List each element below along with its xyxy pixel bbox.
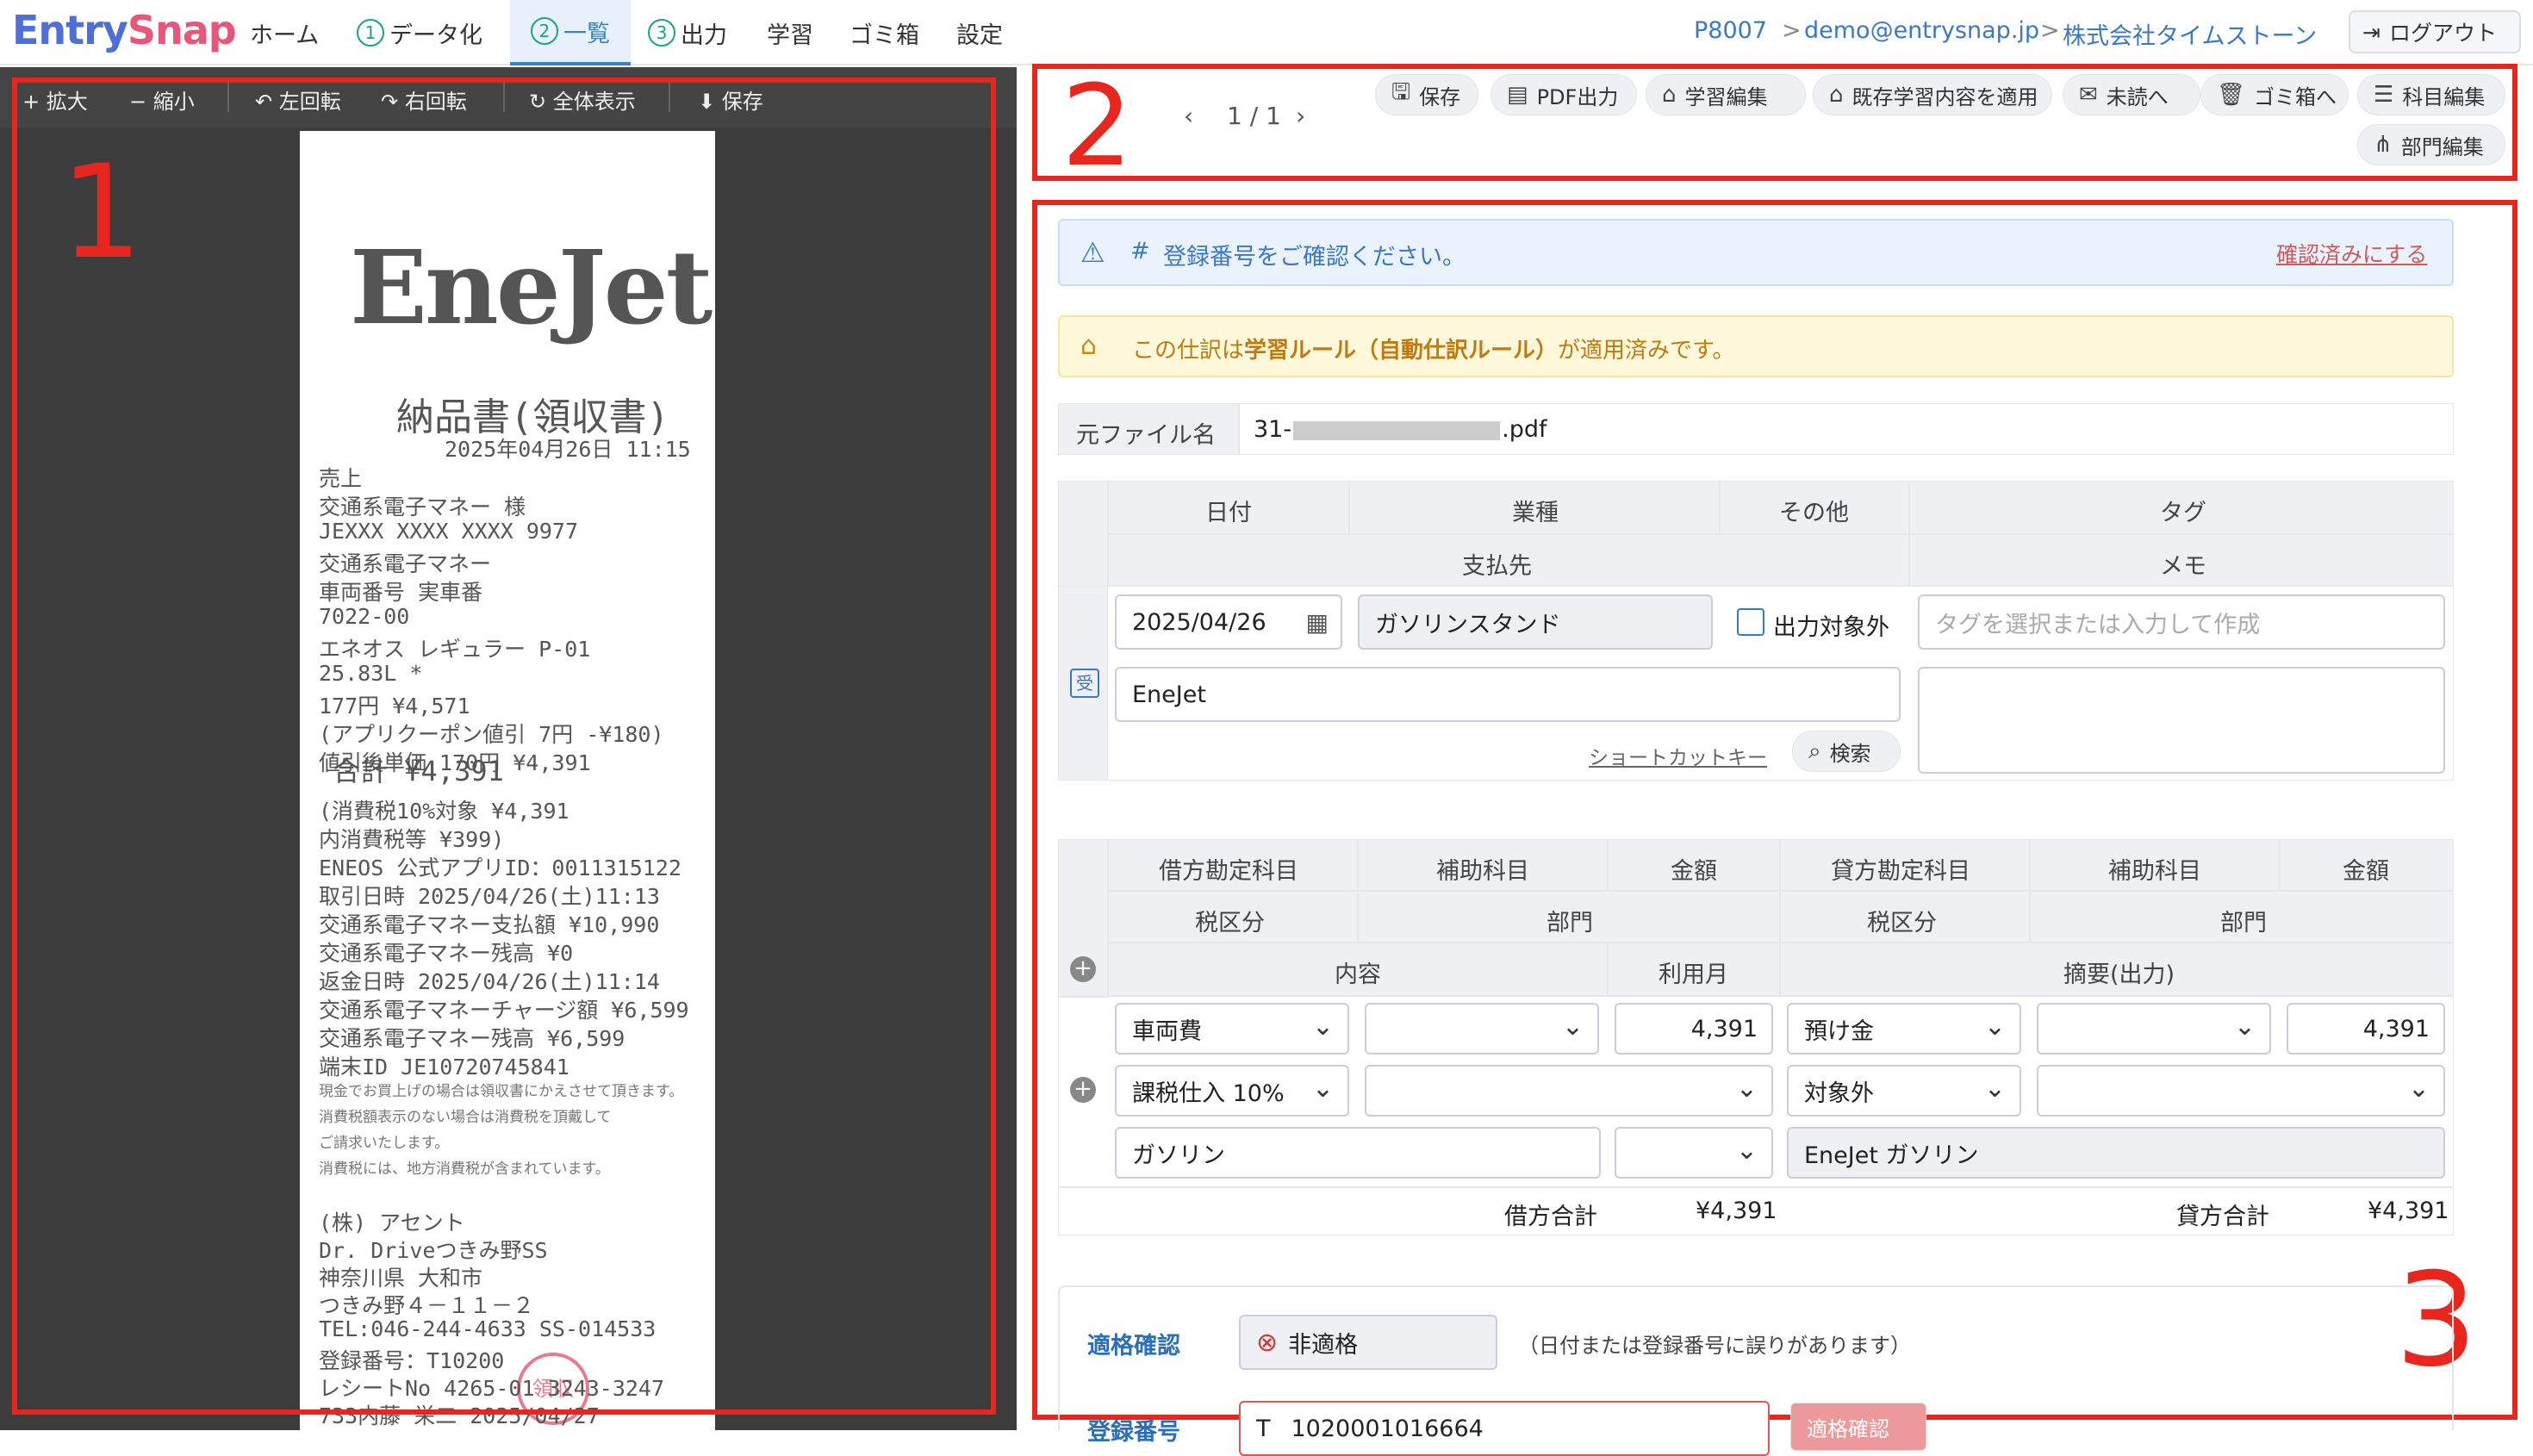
graduation-cap-icon: ⌂ bbox=[1080, 331, 1098, 361]
file-name-cell: 31- .pdf bbox=[1239, 403, 2454, 455]
add-line-icon[interactable]: + bbox=[1070, 1077, 1096, 1103]
calendar-icon[interactable]: ▦ bbox=[1306, 608, 1329, 637]
annotation-box-1 bbox=[12, 78, 996, 1415]
nav-home[interactable]: ホーム bbox=[250, 0, 345, 65]
trash-icon: 🗑 bbox=[2217, 82, 2246, 108]
prev-page-button[interactable]: ‹ bbox=[1184, 102, 1193, 130]
shortcut-keys-link[interactable]: ショートカットキー bbox=[1589, 741, 1767, 770]
graduation-cap-icon: ⌂ bbox=[1829, 82, 1844, 108]
account-edit-button[interactable]: ☰ 科目編集 bbox=[2357, 74, 2505, 115]
nav-output[interactable]: 3 出力 bbox=[648, 0, 743, 65]
nav-trash[interactable]: ゴミ箱 bbox=[850, 0, 927, 65]
hierarchy-icon: ⋔ bbox=[2374, 132, 2393, 158]
save-button[interactable]: 🖫 保存 bbox=[1375, 74, 1478, 115]
check-qualification-button[interactable]: 適格確認 bbox=[1790, 1403, 1926, 1451]
learn-edit-button[interactable]: ⌂ 学習編集 bbox=[1646, 74, 1806, 115]
exclude-output-checkbox[interactable] bbox=[1737, 608, 1764, 636]
next-page-button[interactable]: › bbox=[1296, 102, 1305, 130]
department-edit-button[interactable]: ⋔ 部門編集 bbox=[2357, 124, 2505, 165]
credit-sub-account-select[interactable] bbox=[2037, 1003, 2271, 1055]
exclude-output-label: 出力対象外 bbox=[1773, 614, 1889, 641]
credit-tax-select[interactable]: 対象外 bbox=[1787, 1065, 2021, 1117]
usage-month-select[interactable] bbox=[1615, 1127, 1773, 1179]
summary-field[interactable]: EneJet ガソリン bbox=[1787, 1127, 2445, 1179]
breadcrumb-email[interactable]: demo@entrysnap.jp bbox=[1804, 17, 2039, 44]
nav-list[interactable]: 2 一覧 bbox=[510, 0, 631, 65]
credit-department-select[interactable] bbox=[2037, 1065, 2445, 1117]
content-input[interactable]: ガソリン bbox=[1115, 1127, 1601, 1179]
debit-department-select[interactable] bbox=[1365, 1065, 1773, 1117]
pdf-export-button[interactable]: ▤ PDF出力 bbox=[1491, 74, 1637, 115]
logout-icon: ⇥ bbox=[2362, 19, 2381, 45]
mark-confirmed-link[interactable]: 確認済みにする bbox=[2276, 238, 2427, 269]
memo-textarea[interactable] bbox=[1918, 667, 2445, 774]
breadcrumb-sep: > bbox=[2040, 17, 2060, 44]
debit-total-label: 借方合計 bbox=[1504, 1204, 1597, 1230]
debit-amount-input[interactable]: 4,391 bbox=[1615, 1003, 1773, 1055]
page-indicator: 1 / 1 bbox=[1227, 102, 1281, 130]
credit-amount-input[interactable]: 4,391 bbox=[2287, 1003, 2445, 1055]
save-icon: 🖫 bbox=[1391, 79, 1411, 105]
breadcrumb-company[interactable]: 株式会社タイムストーン bbox=[2063, 17, 2317, 51]
industry-field[interactable]: ガソリンスタンド bbox=[1358, 594, 1713, 650]
credit-total-label: 貸方合計 bbox=[2176, 1204, 2269, 1230]
nav-settings[interactable]: 設定 bbox=[956, 0, 1017, 65]
tag-input[interactable]: タグを選択または入力して作成 bbox=[1918, 594, 2445, 650]
logout-button[interactable]: ⇥ ログアウト bbox=[2349, 10, 2521, 53]
annotation-number-2: 2 bbox=[1061, 60, 1133, 191]
apply-learning-button[interactable]: ⌂ 既存学習内容を適用 bbox=[1813, 74, 2052, 115]
annotation-number-1: 1 bbox=[60, 138, 143, 288]
mail-icon: ✉ bbox=[2079, 82, 2098, 108]
add-row-icon[interactable]: + bbox=[1070, 956, 1096, 982]
payee-input[interactable]: EneJet bbox=[1115, 667, 1901, 722]
qualification-note: （日付または登録番号に誤りがあります） bbox=[1518, 1334, 1911, 1358]
credit-account-select[interactable]: 預け金 bbox=[1787, 1003, 2021, 1055]
nav-digitize[interactable]: 1 データ化 bbox=[357, 0, 503, 65]
mark-unread-button[interactable]: ✉ 未読へ bbox=[2063, 74, 2200, 115]
pdf-icon: ▤ bbox=[1507, 82, 1528, 108]
move-to-trash-button[interactable]: 🗑 ゴミ箱へ bbox=[2200, 74, 2349, 115]
search-icon: ⌕ bbox=[1808, 737, 1821, 764]
breadcrumb-sep: > bbox=[1782, 17, 1802, 44]
debit-tax-select[interactable]: 課税仕入 10% bbox=[1115, 1065, 1349, 1117]
registration-alert: ⚠ # 登録番号をご確認ください。 確認済みにする bbox=[1058, 219, 2454, 286]
qualification-status: ⊗ 非適格 bbox=[1239, 1315, 1497, 1370]
debit-account-select[interactable]: 車両費 bbox=[1115, 1003, 1349, 1055]
breadcrumb-code[interactable]: P8007 bbox=[1694, 17, 1767, 44]
learning-rule-notice: ⌂ この仕訳は学習ルール（自動仕訳ルール）が適用済みです。 bbox=[1058, 315, 2454, 377]
debit-total: ¥4,391 bbox=[1696, 1198, 1777, 1224]
annotation-box-3 bbox=[1032, 200, 2517, 1420]
credit-total: ¥4,391 bbox=[2368, 1198, 2449, 1224]
file-name-label-cell: 元ファイル名 bbox=[1058, 403, 1239, 455]
app-logo[interactable]: EntrySnap bbox=[12, 7, 237, 53]
x-circle-icon: ⊗ bbox=[1256, 1327, 1279, 1358]
top-nav: EntrySnap ホーム 1 データ化 2 一覧 3 出力 学習 ゴミ箱 設定 P8… bbox=[0, 0, 2533, 65]
qualification-label: 適格確認 bbox=[1087, 1333, 1180, 1360]
list-icon: ☰ bbox=[2374, 82, 2394, 108]
warning-icon: ⚠ bbox=[1080, 236, 1105, 269]
graduation-cap-icon: ⌂ bbox=[1662, 82, 1677, 108]
search-button[interactable]: ⌕ 検索 bbox=[1792, 731, 1901, 772]
alert-text: 登録番号をご確認ください。 bbox=[1163, 244, 1466, 271]
registration-number-input[interactable]: T 1020001016664 bbox=[1239, 1401, 1770, 1456]
date-input[interactable]: 2025/04/26 ▦ bbox=[1115, 594, 1342, 650]
nav-learning[interactable]: 学習 bbox=[767, 0, 827, 65]
receipt-type-badge[interactable]: 受 bbox=[1070, 669, 1099, 698]
debit-sub-account-select[interactable] bbox=[1365, 1003, 1599, 1055]
